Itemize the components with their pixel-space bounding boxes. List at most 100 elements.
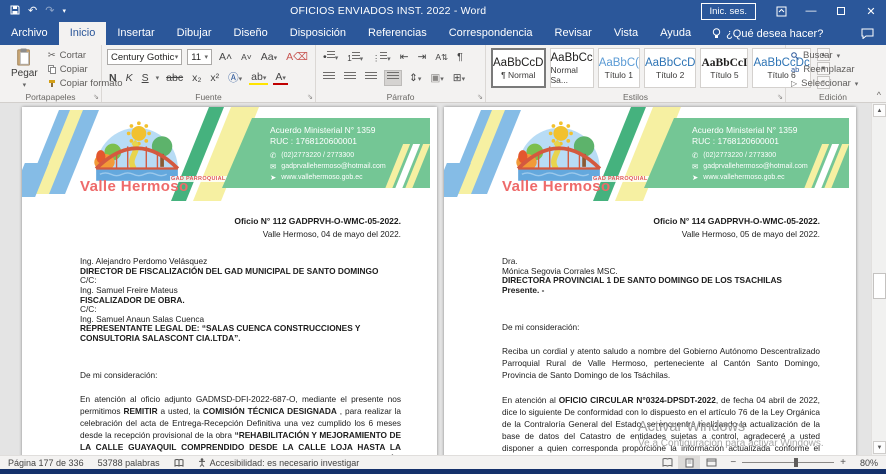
show-marks-button[interactable]: ¶ <box>455 51 465 64</box>
grow-font-button[interactable]: A˄ <box>217 51 234 64</box>
line-spacing-button[interactable]: ⇕▾ <box>407 72 423 85</box>
style-titulo-1[interactable]: AaBbC( Título 1 <box>598 48 640 88</box>
scroll-up-arrow[interactable]: ▲ <box>873 104 886 117</box>
align-right-button[interactable] <box>363 71 379 85</box>
read-mode-button[interactable] <box>656 456 678 469</box>
numbering-button[interactable]: 1▾ <box>345 51 365 64</box>
font-dialog-launcher[interactable]: ⇘ <box>307 93 313 101</box>
decrease-indent-button[interactable]: ⇤ <box>398 51 411 64</box>
body-paragraph-1: Reciba un cordial y atento saludo a nomb… <box>502 345 820 381</box>
shading-button[interactable]: ▣▾ <box>428 72 445 85</box>
find-button[interactable]: Buscar▾ <box>791 50 858 61</box>
titlebar-controls: Inic. ses. — ✕ <box>701 0 886 22</box>
clear-formatting-button[interactable]: A⌫ <box>284 51 310 64</box>
tab-correspondencia[interactable]: Correspondencia <box>438 22 544 45</box>
font-size-combobox[interactable]: 11▾ <box>187 49 212 65</box>
justify-button[interactable] <box>384 70 402 86</box>
multilevel-list-button[interactable]: ⋮▾ <box>370 51 393 64</box>
font-family-combobox[interactable]: Century Gothic▾ <box>107 49 182 65</box>
proofing-status[interactable] <box>174 459 184 467</box>
page-count[interactable]: Página 177 de 336 <box>8 458 84 468</box>
mail-icon: ✉ <box>270 162 276 171</box>
tab-inicio[interactable]: Inicio <box>59 22 107 45</box>
word-count[interactable]: 53788 palabras <box>98 458 160 468</box>
underline-button[interactable]: S <box>140 72 151 85</box>
ribbon-display-options-icon[interactable] <box>766 0 796 22</box>
sort-button[interactable]: A⇅ <box>433 52 450 63</box>
tab-dibujar[interactable]: Dibujar <box>166 22 223 45</box>
borders-button[interactable]: ⊞▾ <box>451 72 467 85</box>
tab-vista[interactable]: Vista <box>603 22 649 45</box>
text-effects-icon[interactable]: Ⓐ▾ <box>226 72 244 85</box>
clipboard-dialog-launcher[interactable]: ⇘ <box>93 93 99 101</box>
tab-revisar[interactable]: Revisar <box>544 22 603 45</box>
zoom-percentage[interactable]: 80% <box>852 458 878 468</box>
superscript-button[interactable]: x² <box>208 72 221 85</box>
tab-archivo[interactable]: Archivo <box>0 22 59 45</box>
restore-button[interactable] <box>826 0 856 22</box>
paste-button[interactable]: Pegar ▾ <box>5 48 44 89</box>
highlight-color-button[interactable]: ab▾ <box>249 71 268 86</box>
brand-wordmark: Valle Hermoso GAD PARROQUIAL <box>502 178 611 195</box>
styles-dialog-launcher[interactable]: ⇘ <box>777 93 783 101</box>
web-cursor-icon: ➤ <box>270 173 276 182</box>
tab-referencias[interactable]: Referencias <box>357 22 438 45</box>
style-titulo-2[interactable]: AaBbCcD Título 2 <box>644 48 697 88</box>
tab-ayuda[interactable]: Ayuda <box>649 22 702 45</box>
underline-dropdown[interactable]: ▾ <box>156 74 160 82</box>
web-layout-button[interactable] <box>700 456 722 469</box>
change-case-button[interactable]: Aa▾ <box>259 51 279 64</box>
tab-disposicion[interactable]: Disposición <box>279 22 357 45</box>
zoom-out-button[interactable]: − <box>730 457 736 468</box>
sign-in-button[interactable]: Inic. ses. <box>701 3 757 20</box>
scroll-down-arrow[interactable]: ▼ <box>873 441 886 454</box>
salutation: De mi consideración: <box>80 370 401 380</box>
tab-diseno[interactable]: Diseño <box>223 22 279 45</box>
select-button[interactable]: ▷Seleccionar▾ <box>791 78 858 89</box>
redo-icon[interactable]: ↷ <box>45 6 54 17</box>
accessibility-status[interactable]: Accesibilidad: es necesario investigar <box>198 458 360 468</box>
copy-icon <box>48 65 56 74</box>
style-normal[interactable]: AaBbCcD ¶ Normal <box>491 48 546 88</box>
strikethrough-button[interactable]: abc <box>164 72 185 85</box>
document-page-right[interactable]: Valle Hermoso GAD PARROQUIAL Acuerdo Min… <box>444 107 856 455</box>
align-center-button[interactable] <box>342 71 358 85</box>
subscript-button[interactable]: x₂ <box>190 72 203 85</box>
oficio-date: Valle Hermoso, 05 de mayo del 2022. <box>502 228 820 240</box>
minimize-button[interactable]: — <box>796 0 826 22</box>
shrink-font-button[interactable]: A˅ <box>239 52 254 63</box>
collapse-ribbon-icon[interactable]: ^ <box>877 90 881 100</box>
style-normal-sa[interactable]: AaBbCc Normal Sa... <box>550 48 594 88</box>
bullets-button[interactable]: •▾ <box>321 50 340 64</box>
replace-button[interactable]: abReemplazar <box>791 64 858 75</box>
close-button[interactable]: ✕ <box>856 0 886 22</box>
save-icon[interactable] <box>10 5 20 18</box>
status-bar: Página 177 de 336 53788 palabras Accesib… <box>0 455 886 469</box>
mail-icon: ✉ <box>692 162 698 171</box>
bold-button[interactable]: N <box>107 72 119 85</box>
print-layout-button[interactable] <box>678 456 700 469</box>
brush-icon <box>48 79 56 88</box>
tab-insertar[interactable]: Insertar <box>106 22 165 45</box>
zoom-control: − + 80% <box>730 457 878 468</box>
zoom-slider[interactable] <box>742 462 834 463</box>
document-page-left[interactable]: Valle Hermoso GAD PARROQUIAL Acuerdo Min… <box>22 107 437 455</box>
paragraph-dialog-launcher[interactable]: ⇘ <box>477 93 483 101</box>
ribbon: Pegar ▾ ✂Cortar Copiar Copiar formato Po… <box>0 45 886 103</box>
vertical-scrollbar[interactable]: ▲ ▼ <box>871 103 886 455</box>
align-left-button[interactable] <box>321 71 337 85</box>
recipient-block: Dra. Mónica Segovia Corrales MSC. DIRECT… <box>502 257 820 295</box>
tell-me-box[interactable]: ¿Qué desea hacer? <box>702 22 833 45</box>
undo-icon[interactable]: ↶ <box>28 6 37 17</box>
style-titulo-5[interactable]: AaBbCcI Título 5 <box>700 48 748 88</box>
comments-icon[interactable] <box>849 22 886 45</box>
zoom-in-button[interactable]: + <box>840 457 846 468</box>
italic-button[interactable]: K <box>124 72 135 85</box>
salutation: De mi consideración: <box>502 322 820 332</box>
increase-indent-button[interactable]: ⇥ <box>416 51 429 64</box>
qat-customize-icon[interactable]: ▾ <box>62 8 66 15</box>
zoom-slider-thumb[interactable] <box>794 458 798 467</box>
paste-dropdown[interactable]: ▾ <box>23 81 27 89</box>
font-color-button[interactable]: A▾ <box>273 71 288 86</box>
scrollbar-thumb[interactable] <box>873 273 886 299</box>
